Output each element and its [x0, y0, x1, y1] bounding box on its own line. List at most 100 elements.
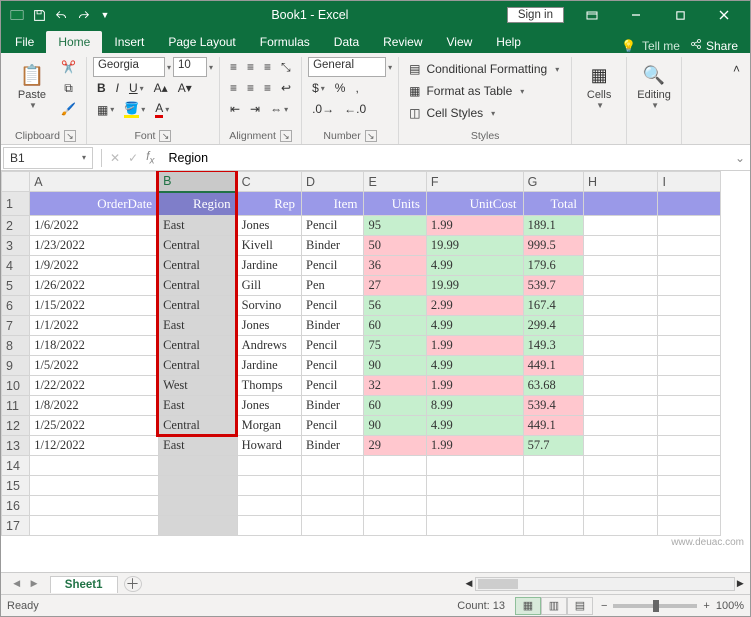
paste-button[interactable]: 📋 Paste ▼ [11, 57, 53, 114]
undo-icon[interactable] [53, 7, 69, 23]
font-dialog-launcher[interactable]: ↘ [159, 130, 171, 142]
cell-B7[interactable]: East [159, 316, 238, 336]
cell-E2[interactable]: 95 [364, 216, 426, 236]
cell-D6[interactable]: Pencil [302, 296, 364, 316]
scroll-right-icon[interactable]: ► [735, 578, 746, 590]
cell-H7[interactable] [583, 316, 658, 336]
borders-button[interactable]: ▦▾ [93, 100, 118, 120]
cell-E7[interactable]: 60 [364, 316, 426, 336]
save-icon[interactable] [31, 7, 47, 23]
column-header-I[interactable]: I [658, 172, 721, 192]
cell-G12[interactable]: 449.1 [523, 416, 583, 436]
format-as-table-button[interactable]: ▦Format as Table▾ [405, 81, 565, 101]
cell-F12[interactable]: 4.99 [426, 416, 523, 436]
new-sheet-button[interactable]: ＋ [124, 576, 142, 592]
cell-B6[interactable]: Central [159, 296, 238, 316]
cell-D10[interactable]: Pencil [302, 376, 364, 396]
cell-D7[interactable]: Binder [302, 316, 364, 336]
comma-format-button[interactable]: , [351, 78, 362, 98]
cell-F7[interactable]: 4.99 [426, 316, 523, 336]
cell-A15[interactable] [30, 476, 159, 496]
cell-A3[interactable]: 1/23/2022 [30, 236, 159, 256]
column-header-E[interactable]: E [364, 172, 426, 192]
cell-C15[interactable] [237, 476, 301, 496]
cell-E17[interactable] [364, 516, 426, 536]
cell-B17[interactable] [159, 516, 238, 536]
cell-D15[interactable] [302, 476, 364, 496]
column-header-D[interactable]: D [302, 172, 364, 192]
cell-E11[interactable]: 60 [364, 396, 426, 416]
bold-button[interactable]: B [93, 78, 110, 98]
zoom-out-icon[interactable]: − [601, 600, 607, 612]
cell-E16[interactable] [364, 496, 426, 516]
tab-view[interactable]: View [435, 31, 485, 53]
cell-A13[interactable]: 1/12/2022 [30, 436, 159, 456]
cell-G14[interactable] [523, 456, 583, 476]
cell-C8[interactable]: Andrews [237, 336, 301, 356]
row-header-9[interactable]: 9 [2, 356, 30, 376]
cell-B11[interactable]: East [159, 396, 238, 416]
cell-G8[interactable]: 149.3 [523, 336, 583, 356]
cell-H10[interactable] [583, 376, 658, 396]
tell-me-search[interactable]: 💡 Tell me [621, 39, 680, 53]
accounting-format-button[interactable]: $▾ [308, 78, 329, 98]
cell-D5[interactable]: Pen [302, 276, 364, 296]
cell-C9[interactable]: Jardine [237, 356, 301, 376]
align-bottom-button[interactable]: ≡ [260, 57, 275, 77]
cell-B16[interactable] [159, 496, 238, 516]
zoom-slider[interactable]: − + 100% [601, 600, 744, 612]
cell-C12[interactable]: Morgan [237, 416, 301, 436]
cell-styles-button[interactable]: ◫Cell Styles▾ [405, 103, 565, 123]
close-button[interactable] [702, 1, 746, 29]
maximize-button[interactable] [658, 1, 702, 29]
enter-formula-icon[interactable]: ✓ [128, 151, 138, 165]
cell-D12[interactable]: Pencil [302, 416, 364, 436]
cell-B4[interactable]: Central [159, 256, 238, 276]
cell-A2[interactable]: 1/6/2022 [30, 216, 159, 236]
row-header-5[interactable]: 5 [2, 276, 30, 296]
cell-F6[interactable]: 2.99 [426, 296, 523, 316]
cell-A16[interactable] [30, 496, 159, 516]
cell-G15[interactable] [523, 476, 583, 496]
cell-H17[interactable] [583, 516, 658, 536]
cell-G13[interactable]: 57.7 [523, 436, 583, 456]
increase-indent-button[interactable]: ⇥ [246, 99, 264, 119]
cell-C10[interactable]: Thomps [237, 376, 301, 396]
cell-G2[interactable]: 189.1 [523, 216, 583, 236]
decrease-indent-button[interactable]: ⇤ [226, 99, 244, 119]
cell-E8[interactable]: 75 [364, 336, 426, 356]
tab-help[interactable]: Help [484, 31, 533, 53]
cell-A7[interactable]: 1/1/2022 [30, 316, 159, 336]
cell-F5[interactable]: 19.99 [426, 276, 523, 296]
cell-H13[interactable] [583, 436, 658, 456]
cell-B8[interactable]: Central [159, 336, 238, 356]
header-cell-A[interactable]: OrderDate [30, 192, 159, 216]
row-header-3[interactable]: 3 [2, 236, 30, 256]
tab-review[interactable]: Review [371, 31, 434, 53]
cell-A11[interactable]: 1/8/2022 [30, 396, 159, 416]
cell-E15[interactable] [364, 476, 426, 496]
row-header-12[interactable]: 12 [2, 416, 30, 436]
horizontal-scrollbar[interactable]: ◄ ► [142, 577, 751, 591]
cell-I11[interactable] [658, 396, 721, 416]
number-format-select[interactable]: General [308, 57, 386, 77]
tab-formulas[interactable]: Formulas [248, 31, 322, 53]
cell-F11[interactable]: 8.99 [426, 396, 523, 416]
copy-button[interactable]: ⧉ [57, 78, 80, 98]
view-page-layout-button[interactable]: ▥ [541, 597, 567, 615]
chevron-down-icon[interactable]: ▾ [386, 63, 392, 72]
cell-C7[interactable]: Jones [237, 316, 301, 336]
cell-F14[interactable] [426, 456, 523, 476]
cell-F2[interactable]: 1.99 [426, 216, 523, 236]
cell-I7[interactable] [658, 316, 721, 336]
row-header-14[interactable]: 14 [2, 456, 30, 476]
cell-I8[interactable] [658, 336, 721, 356]
align-left-button[interactable]: ≡ [226, 78, 241, 98]
increase-decimal-button[interactable]: .0→ [308, 99, 338, 119]
collapse-ribbon-button[interactable]: ˄ [729, 59, 744, 79]
minimize-button[interactable] [614, 1, 658, 29]
cut-button[interactable]: ✂️ [57, 57, 80, 77]
cell-H8[interactable] [583, 336, 658, 356]
cell-C6[interactable]: Sorvino [237, 296, 301, 316]
cell-E14[interactable] [364, 456, 426, 476]
